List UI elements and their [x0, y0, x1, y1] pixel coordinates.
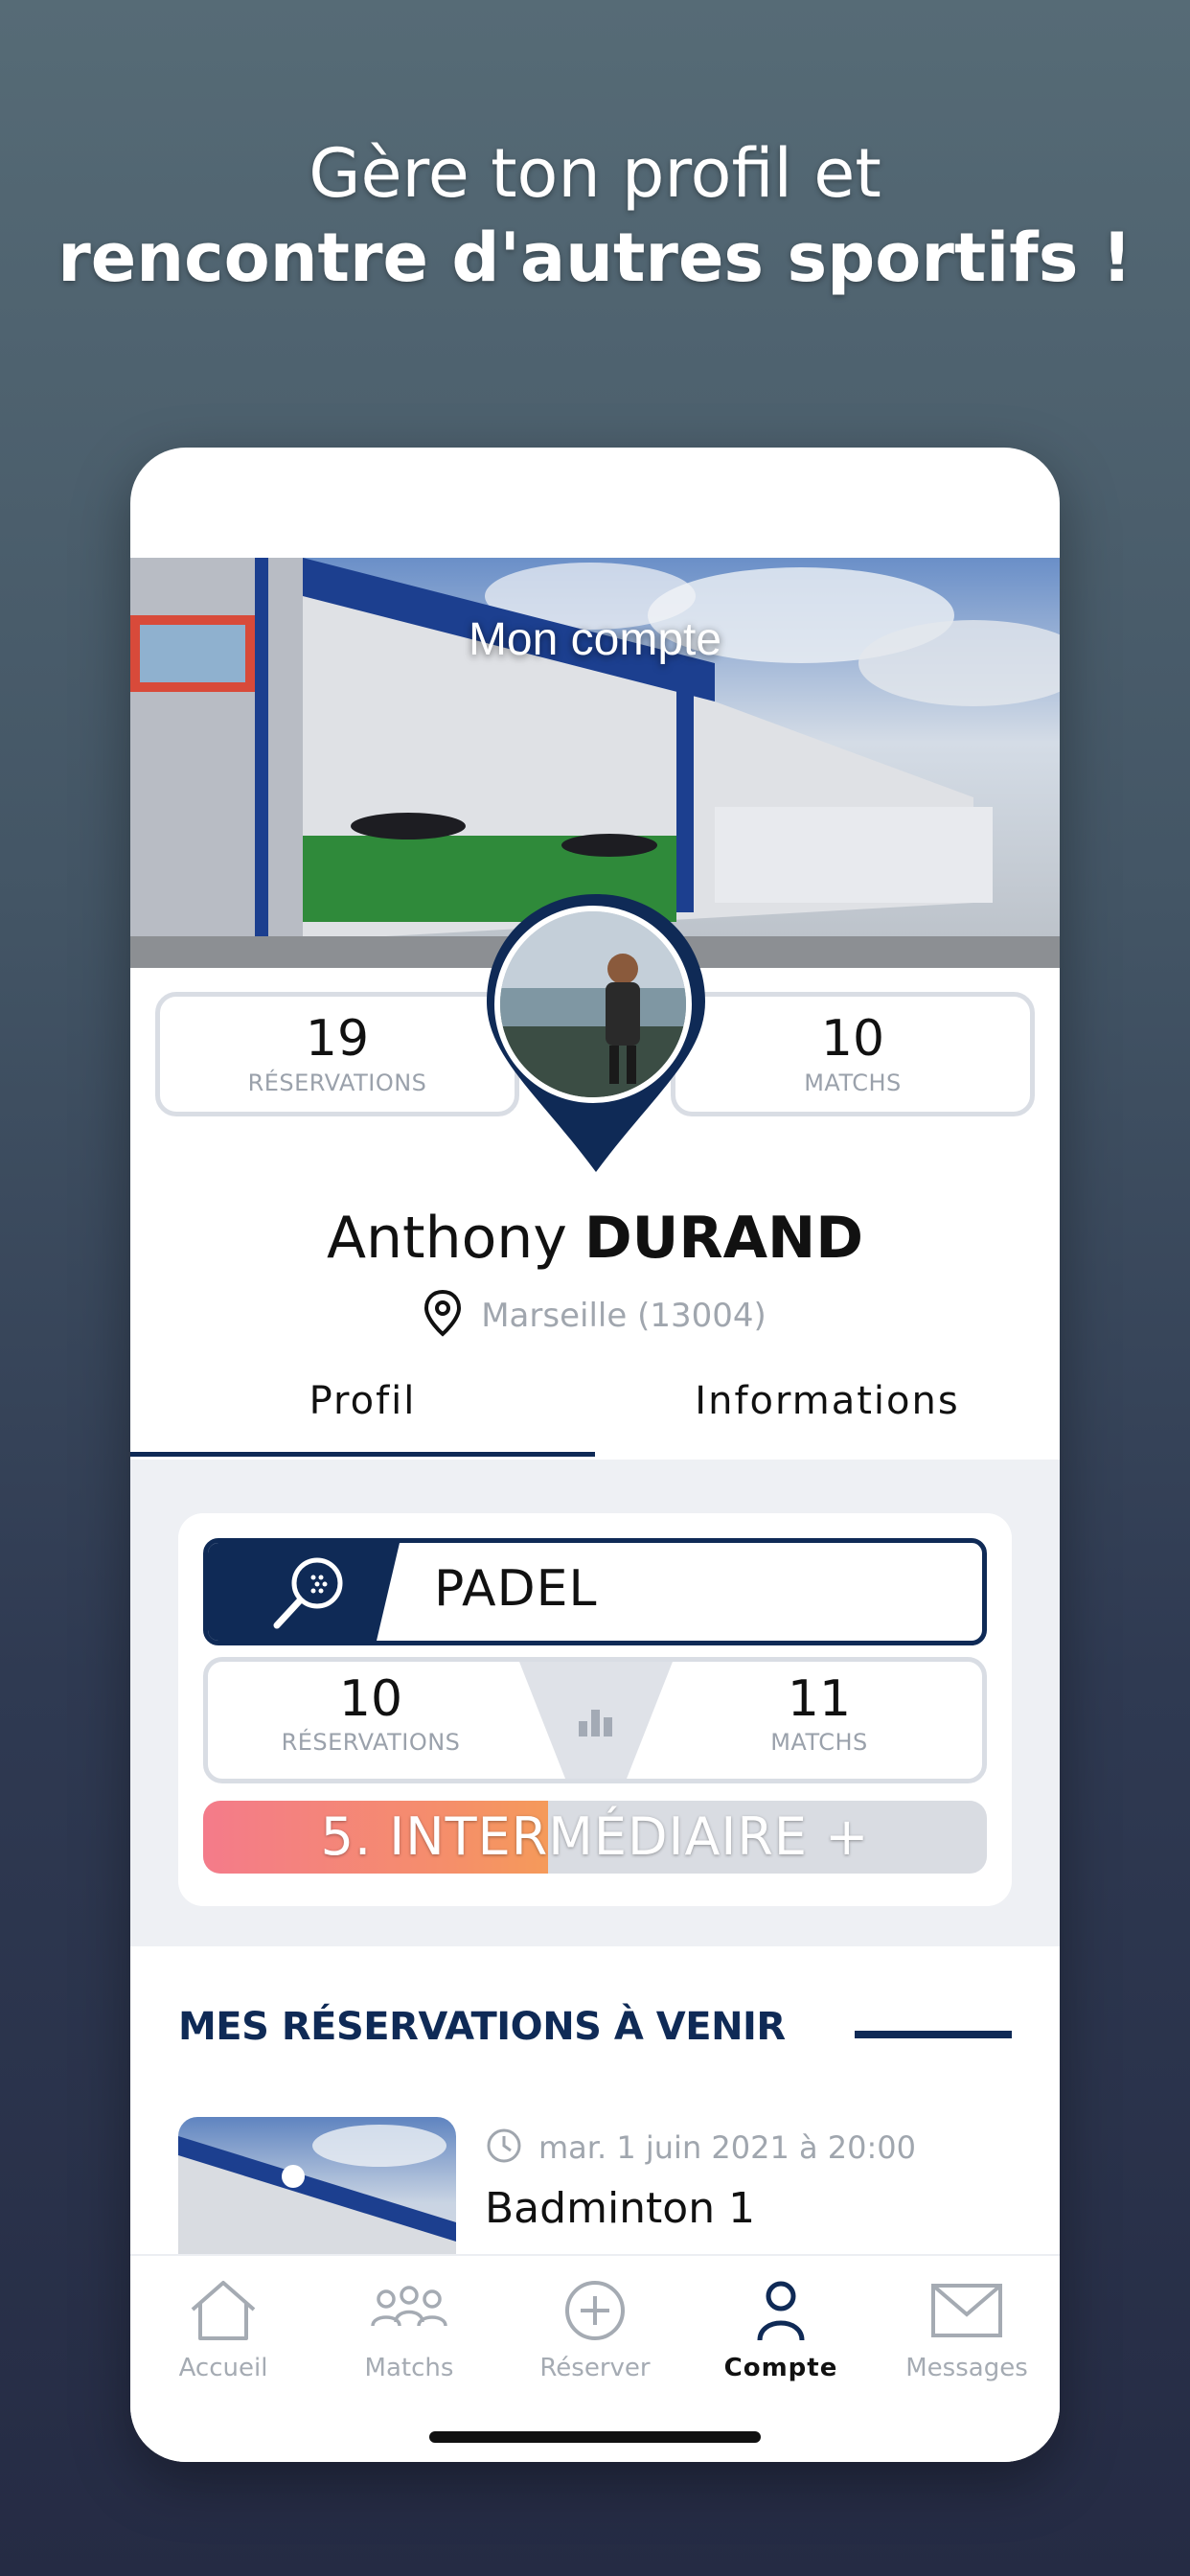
- tab-informations[interactable]: Informations: [595, 1379, 1060, 1423]
- mail-icon: [874, 2275, 1060, 2346]
- bottom-tab-bar: Accueil Matchs Réserver Compte Messages: [130, 2254, 1060, 2462]
- profile-tabs: Profil Informations: [130, 1379, 1060, 1429]
- sport-name: PADEL: [434, 1560, 598, 1618]
- upcoming-reservations-title: MES RÉSERVATIONS À VENIR: [178, 2005, 786, 2049]
- section-title-underline: [855, 2031, 1012, 2038]
- user-location: Marseille (13004): [130, 1289, 1060, 1346]
- user-name: Anthony DURAND: [130, 1205, 1060, 1272]
- tab-profil[interactable]: Profil: [130, 1379, 595, 1423]
- players-icon: [316, 2275, 502, 2346]
- matchs-count: 10: [820, 1010, 885, 1068]
- avatar[interactable]: [494, 906, 692, 1103]
- phone-screen: Mon compte 19 RÉSERVATIONS 10 MATCHS Ant…: [130, 448, 1060, 2462]
- location-text: Marseille (13004): [481, 1297, 767, 1335]
- matchs-label: MATCHS: [804, 1070, 902, 1096]
- sport-reservations: 10 RÉSERVATIONS: [208, 1669, 534, 1756]
- reservation-date-text: mar. 1 juin 2021 à 20:00: [538, 2129, 916, 2166]
- sport-stats: 10 RÉSERVATIONS 11 MATCHS: [203, 1657, 987, 1783]
- sport-matchs-count: 11: [787, 1670, 852, 1728]
- active-tab-indicator: [130, 1452, 595, 1457]
- reservations-label: RÉSERVATIONS: [247, 1070, 427, 1096]
- tabbar-reserver-label: Réserver: [539, 2354, 651, 2382]
- location-pin-icon: [423, 1289, 462, 1346]
- sport-matchs-label: MATCHS: [770, 1729, 868, 1756]
- bar-chart-icon: [579, 1710, 612, 1736]
- padel-racket-icon: [273, 1557, 343, 1629]
- tabbar-compte-label: Compte: [723, 2354, 838, 2382]
- clock-icon: [485, 2127, 523, 2173]
- stats-divider: [519, 1662, 673, 1779]
- reservation-date: mar. 1 juin 2021 à 20:00: [485, 2127, 916, 2173]
- first-name: Anthony: [326, 1205, 567, 1272]
- tabbar-messages[interactable]: Messages: [874, 2275, 1060, 2382]
- tabbar-reserver[interactable]: Réserver: [502, 2275, 688, 2382]
- tabbar-accueil-label: Accueil: [178, 2354, 268, 2382]
- home-icon: [130, 2275, 316, 2346]
- person-photo: [500, 911, 686, 1097]
- plus-circle-icon: [502, 2275, 688, 2346]
- user-icon: [688, 2275, 874, 2346]
- tabbar-messages-label: Messages: [905, 2354, 1028, 2382]
- sport-card[interactable]: PADEL 10 RÉSERVATIONS 11 MATCHS 5. INTER…: [178, 1513, 1012, 1906]
- sport-reservations-count: 10: [338, 1670, 403, 1728]
- headline-line-1: Gère ton profil et: [309, 134, 881, 213]
- level-label: 5. INTERMÉDIAIRE +: [320, 1806, 870, 1867]
- tabbar-compte[interactable]: Compte: [688, 2275, 874, 2382]
- sport-reservations-label: RÉSERVATIONS: [281, 1729, 461, 1756]
- home-indicator[interactable]: [429, 2431, 761, 2443]
- reservation-name[interactable]: Badminton 1: [485, 2184, 755, 2233]
- tabbar-accueil[interactable]: Accueil: [130, 2275, 316, 2382]
- reservations-stat: 19 RÉSERVATIONS: [155, 992, 519, 1116]
- sport-icon-background: [208, 1543, 400, 1641]
- sport-header: PADEL: [203, 1538, 987, 1645]
- tabbar-matchs[interactable]: Matchs: [316, 2275, 502, 2382]
- tabbar-matchs-label: Matchs: [364, 2354, 454, 2382]
- matchs-stat: 10 MATCHS: [671, 992, 1035, 1116]
- sport-matchs: 11 MATCHS: [656, 1669, 982, 1756]
- headline-line-2: rencontre d'autres sportifs !: [57, 218, 1133, 297]
- level-progress-bar: 5. INTERMÉDIAIRE +: [203, 1801, 987, 1874]
- reservations-count: 19: [305, 1010, 370, 1068]
- screen-title: Mon compte: [468, 614, 722, 665]
- last-name: DURAND: [584, 1205, 864, 1272]
